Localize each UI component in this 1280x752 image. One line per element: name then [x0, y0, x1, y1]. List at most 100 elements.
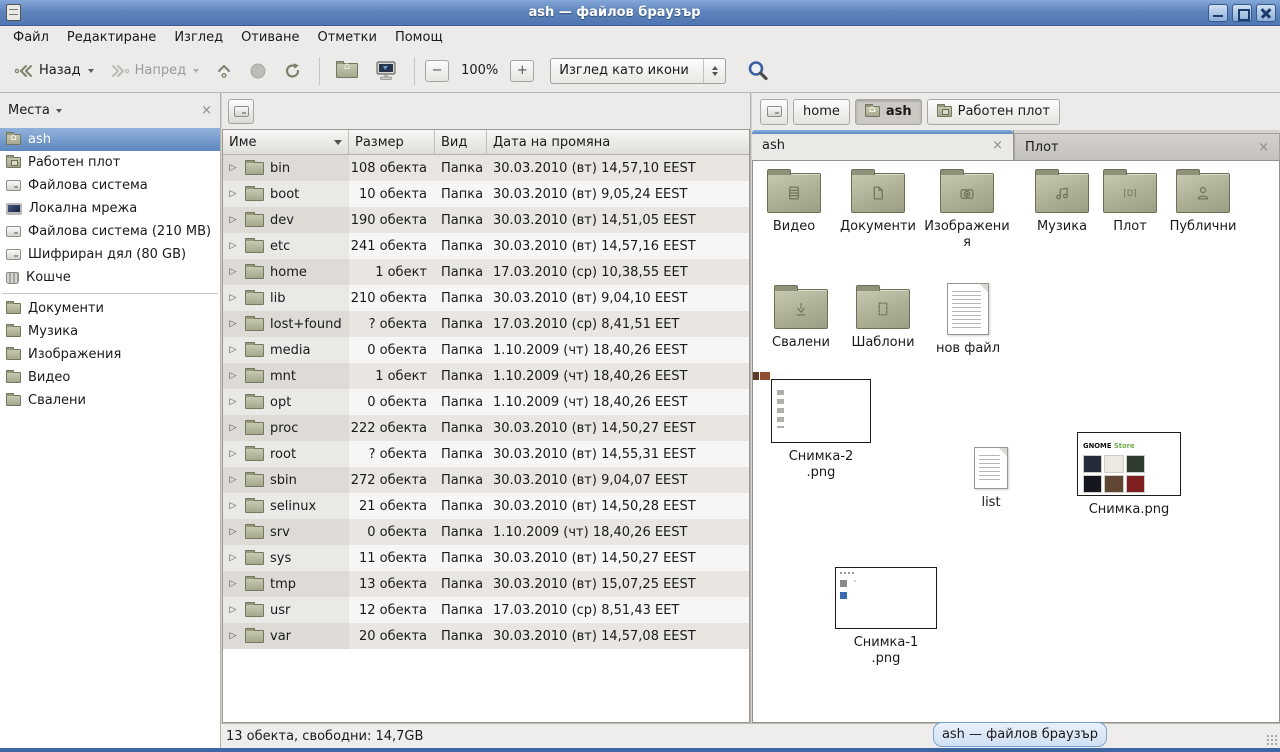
chevron-down-icon[interactable] — [56, 109, 62, 113]
menu-item[interactable]: Изглед — [165, 28, 232, 47]
table-row[interactable]: ▷ var 20 обекта Папка 30.03.2010 (вт) 14… — [223, 623, 749, 649]
icon-view-folder-изображения[interactable]: Изображения — [923, 167, 1011, 250]
file-snimka-2[interactable]: GUADEC Снимка-2.png — [769, 379, 873, 480]
table-row[interactable]: ▷ dev 190 обекта Папка 30.03.2010 (вт) 1… — [223, 207, 749, 233]
table-row[interactable]: ▷ sys 11 обекта Папка 30.03.2010 (вт) 14… — [223, 545, 749, 571]
expander-icon[interactable]: ▷ — [227, 397, 239, 407]
icon-view-folder-видео[interactable]: Видео — [752, 167, 838, 235]
table-row[interactable]: ▷ root ? обекта Папка 30.03.2010 (вт) 14… — [223, 441, 749, 467]
expander-icon[interactable]: ▷ — [227, 241, 239, 251]
minimize-icon[interactable] — [1208, 4, 1228, 22]
up-button[interactable] — [209, 58, 239, 84]
icon-view-folder-публични[interactable]: Публични — [1159, 167, 1247, 235]
expander-icon[interactable]: ▷ — [227, 527, 239, 537]
sidebar-item-работен-плот[interactable]: Работен плот — [0, 151, 220, 174]
table-row[interactable]: ▷ boot 10 обекта Папка 30.03.2010 (вт) 9… — [223, 181, 749, 207]
expander-icon[interactable]: ▷ — [227, 631, 239, 641]
sidebar-title[interactable]: Места — [8, 103, 50, 118]
expander-icon[interactable]: ▷ — [227, 319, 239, 329]
menu-item[interactable]: Отметки — [308, 28, 385, 47]
table-row[interactable]: ▷ media 0 обекта Папка 1.10.2009 (чт) 18… — [223, 337, 749, 363]
tab-close-icon[interactable]: × — [992, 139, 1003, 152]
icon-view-folder-шаблони[interactable]: Шаблони — [839, 283, 927, 351]
sidebar-item-видео[interactable]: Видео — [0, 366, 220, 389]
breadcrumb-desktop-button[interactable]: Работен плот — [927, 99, 1060, 125]
sidebar-item-локална-мрежа[interactable]: Локална мрежа — [0, 197, 220, 220]
sidebar-item-файлова-система-210-mb-[interactable]: Файлова система (210 MB) — [0, 220, 220, 243]
sidebar-item-файлова-система[interactable]: Файлова система — [0, 174, 220, 197]
tab-close-icon[interactable]: × — [1258, 141, 1269, 154]
home-button[interactable] — [330, 59, 364, 82]
table-row[interactable]: ▷ proc 222 обекта Папка 30.03.2010 (вт) … — [223, 415, 749, 441]
column-header-date[interactable]: Дата на промяна — [487, 130, 749, 155]
search-button[interactable] — [740, 55, 776, 87]
zoom-out-button[interactable]: − — [425, 60, 449, 82]
icon-view-folder-документи[interactable]: Документи — [834, 167, 922, 235]
expander-icon[interactable]: ▷ — [227, 215, 239, 225]
menu-item[interactable]: Файл — [4, 28, 58, 47]
expander-icon[interactable]: ▷ — [227, 553, 239, 563]
expander-icon[interactable]: ▷ — [227, 579, 239, 589]
table-row[interactable]: ▷ etc 241 обекта Папка 30.03.2010 (вт) 1… — [223, 233, 749, 259]
expander-icon[interactable]: ▷ — [227, 501, 239, 511]
root-location-button[interactable] — [228, 99, 254, 124]
icon-view-folder-нов-файл[interactable]: нов файл — [924, 281, 1012, 357]
expander-icon[interactable]: ▷ — [227, 371, 239, 381]
sidebar-item-шифриран-дял-80-gb-[interactable]: Шифриран дял (80 GB) — [0, 243, 220, 266]
sidebar-item-документи[interactable]: Документи — [0, 297, 220, 320]
expander-icon[interactable]: ▷ — [227, 189, 239, 199]
close-icon[interactable] — [1256, 4, 1276, 22]
table-row[interactable]: ▷ selinux 21 обекта Папка 30.03.2010 (вт… — [223, 493, 749, 519]
zoom-in-button[interactable]: + — [510, 60, 534, 82]
file-snimka-1[interactable]: Снимка-1.png — [833, 567, 939, 666]
sidebar-item-изображения[interactable]: Изображения — [0, 343, 220, 366]
expander-icon[interactable]: ▷ — [227, 423, 239, 433]
back-button[interactable]: Назад — [8, 59, 100, 83]
breadcrumb-root-button[interactable] — [760, 99, 788, 125]
expander-icon[interactable]: ▷ — [227, 163, 239, 173]
expander-icon[interactable]: ▷ — [227, 605, 239, 615]
column-header-type[interactable]: Вид — [435, 130, 487, 155]
resize-grip-icon[interactable] — [1266, 734, 1278, 746]
expander-icon[interactable]: ▷ — [227, 449, 239, 459]
expander-icon[interactable]: ▷ — [227, 345, 239, 355]
view-mode-select[interactable]: Изглед като икони — [550, 58, 726, 84]
sidebar-item-кошче[interactable]: Кошче — [0, 266, 220, 289]
sidebar-close-icon[interactable]: × — [201, 104, 212, 117]
sidebar-item-ash[interactable]: ash — [0, 128, 220, 151]
table-row[interactable]: ▷ lost+found ? обекта Папка 17.03.2010 (… — [223, 311, 749, 337]
breadcrumb-home-button[interactable]: home — [793, 99, 850, 125]
menu-item[interactable]: Помощ — [386, 28, 452, 47]
stop-button[interactable] — [243, 58, 273, 84]
computer-button[interactable] — [368, 56, 404, 86]
menu-item[interactable]: Отиване — [232, 28, 308, 47]
sidebar-item-свалени[interactable]: Свалени — [0, 389, 220, 412]
table-row[interactable]: ▷ bin 108 обекта Папка 30.03.2010 (вт) 1… — [223, 155, 749, 181]
tab-plot[interactable]: Плот × — [1014, 133, 1280, 160]
expander-icon[interactable]: ▷ — [227, 267, 239, 277]
table-row[interactable]: ▷ srv 0 обекта Папка 1.10.2009 (чт) 18,4… — [223, 519, 749, 545]
expander-icon[interactable]: ▷ — [227, 475, 239, 485]
maximize-icon[interactable] — [1232, 4, 1252, 22]
file-list[interactable]: list — [949, 447, 1033, 511]
file-snimka[interactable]: GNOME Store Снимка.png — [1075, 432, 1183, 518]
table-row[interactable]: ▷ lib 210 обекта Папка 30.03.2010 (вт) 9… — [223, 285, 749, 311]
table-row[interactable]: ▷ usr 12 обекта Папка 17.03.2010 (ср) 8,… — [223, 597, 749, 623]
column-header-size[interactable]: Размер — [349, 130, 435, 155]
table-row[interactable]: ▷ tmp 13 обекта Папка 30.03.2010 (вт) 15… — [223, 571, 749, 597]
table-row[interactable]: ▷ mnt 1 обект Папка 1.10.2009 (чт) 18,40… — [223, 363, 749, 389]
sidebar-item-музика[interactable]: Музика — [0, 320, 220, 343]
tab-ash[interactable]: ash × — [752, 130, 1014, 160]
table-row[interactable]: ▷ sbin 272 обекта Папка 30.03.2010 (вт) … — [223, 467, 749, 493]
breadcrumb-ash-button[interactable]: ash — [855, 99, 922, 125]
taskbar-window-button[interactable]: ash — файлов браузър — [933, 722, 1107, 747]
column-header-name[interactable]: Име — [223, 130, 349, 155]
forward-button[interactable]: Напред — [104, 59, 205, 83]
folder-icon — [245, 500, 264, 513]
reload-button[interactable] — [277, 58, 309, 84]
table-row[interactable]: ▷ home 1 обект Папка 17.03.2010 (ср) 10,… — [223, 259, 749, 285]
table-row[interactable]: ▷ opt 0 обекта Папка 1.10.2009 (чт) 18,4… — [223, 389, 749, 415]
menu-item[interactable]: Редактиране — [58, 28, 165, 47]
icon-view-folder-свалени[interactable]: Свалени — [757, 283, 845, 351]
expander-icon[interactable]: ▷ — [227, 293, 239, 303]
